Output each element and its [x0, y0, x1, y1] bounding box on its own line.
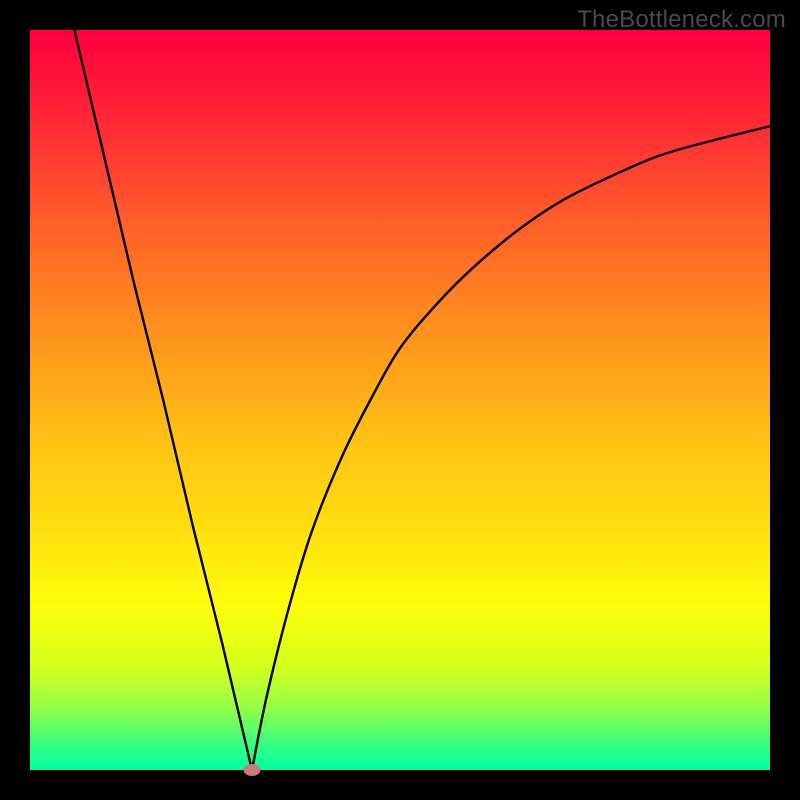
minimum-marker [244, 764, 261, 776]
plot-area [30, 30, 770, 770]
curve-layer [30, 30, 770, 770]
bottleneck-curve [74, 30, 770, 770]
chart-frame: TheBottleneck.com [0, 0, 800, 800]
